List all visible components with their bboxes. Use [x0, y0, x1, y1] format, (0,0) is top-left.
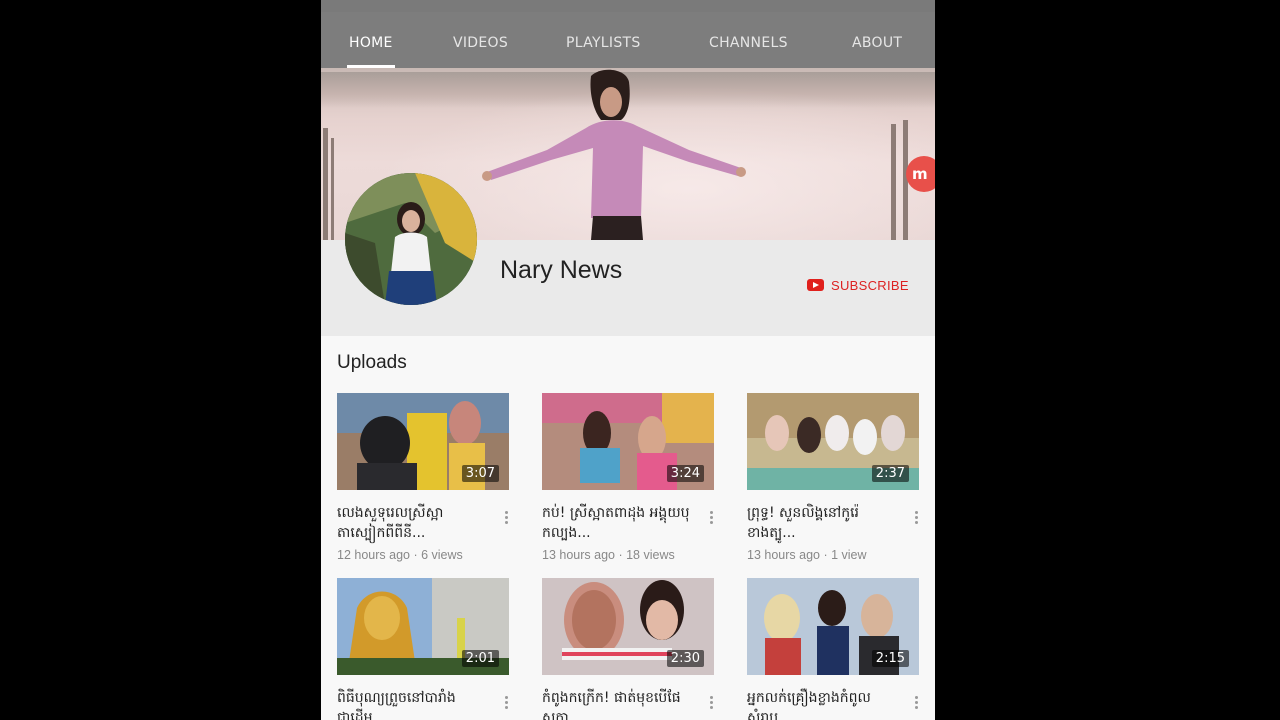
- more-options-icon[interactable]: [505, 696, 509, 712]
- banner-post: [331, 138, 334, 240]
- channel-name: Nary News: [500, 256, 623, 284]
- video-title[interactable]: លេងសួទុរេលស្រីស្អា តាស្បៀកពីពីនី...: [337, 503, 489, 545]
- tab-videos[interactable]: VIDEOS: [453, 12, 508, 68]
- video-title[interactable]: អ្នកលក់គ្រឿងខ្លាងកំពូលសំរាប...: [747, 688, 899, 720]
- video-card[interactable]: 2:01 ពិធីបុណ្យព្រួចនៅបារាំង ជាដើម...: [337, 578, 513, 720]
- video-thumbnail[interactable]: 2:15: [747, 578, 919, 675]
- more-options-icon[interactable]: [915, 511, 919, 527]
- video-title[interactable]: ព្រុទ្ធ! សួនលិង្គនៅកូរ៉េខាងត្បូ...: [747, 503, 899, 545]
- video-thumbnail[interactable]: 2:01: [337, 578, 509, 675]
- tab-playlists[interactable]: PLAYLISTS: [566, 12, 641, 68]
- video-duration: 3:24: [666, 465, 704, 482]
- video-title[interactable]: កំពូងកក្រើក! ផាត់មុខបើផែសក្កា...: [542, 688, 694, 720]
- status-bar: [321, 0, 935, 12]
- youtube-channel-screen: HOME VIDEOS PLAYLISTS CHANNELS ABOUT m N…: [321, 0, 935, 720]
- tab-about[interactable]: ABOUT: [852, 12, 902, 68]
- video-card[interactable]: 3:24 កប់! ស្រីស្អាតពាដុង អង្គុយបុកល្បង..…: [542, 393, 718, 568]
- channel-avatar[interactable]: [345, 173, 477, 305]
- video-meta: 12 hours ago · 6 views: [337, 548, 463, 562]
- banner-dancer-figure: [482, 69, 746, 240]
- banner-post: [891, 124, 896, 240]
- more-options-icon[interactable]: [710, 696, 714, 712]
- video-thumbnail[interactable]: 2:37: [747, 393, 919, 490]
- video-thumbnail[interactable]: 3:07: [337, 393, 509, 490]
- tab-channels[interactable]: CHANNELS: [709, 12, 788, 68]
- video-thumbnail[interactable]: 3:24: [542, 393, 714, 490]
- video-title[interactable]: កប់! ស្រីស្អាតពាដុង អង្គុយបុកល្បង...: [542, 503, 694, 545]
- video-thumbnail[interactable]: 2:30: [542, 578, 714, 675]
- video-duration: 2:15: [871, 650, 909, 667]
- more-options-icon[interactable]: [915, 696, 919, 712]
- banner-post: [323, 128, 328, 240]
- subscribe-button[interactable]: SUBSCRIBE: [807, 275, 909, 295]
- video-duration: 2:01: [461, 650, 499, 667]
- video-card[interactable]: 2:37 ព្រុទ្ធ! សួនលិង្គនៅកូរ៉េខាងត្បូ... …: [747, 393, 923, 568]
- video-meta: 13 hours ago · 18 views: [542, 548, 675, 562]
- video-duration: 2:30: [666, 650, 704, 667]
- more-options-icon[interactable]: [710, 511, 714, 527]
- channel-tab-bar: HOME VIDEOS PLAYLISTS CHANNELS ABOUT: [321, 12, 935, 68]
- tab-home[interactable]: HOME: [347, 12, 395, 68]
- video-meta: 13 hours ago · 1 view: [747, 548, 867, 562]
- uploads-heading: Uploads: [337, 352, 407, 373]
- video-card[interactable]: 2:30 កំពូងកក្រើក! ផាត់មុខបើផែសក្កា...: [542, 578, 718, 720]
- subscribe-label: SUBSCRIBE: [831, 277, 909, 293]
- video-title[interactable]: ពិធីបុណ្យព្រួចនៅបារាំង ជាដើម...: [337, 688, 489, 720]
- video-card[interactable]: 2:15 អ្នកលក់គ្រឿងខ្លាងកំពូលសំរាប...: [747, 578, 923, 720]
- video-duration: 3:07: [461, 465, 499, 482]
- more-options-icon[interactable]: [505, 511, 509, 527]
- avatar-image: [345, 173, 477, 305]
- video-card[interactable]: 3:07 លេងសួទុរេលស្រីស្អា តាស្បៀកពីពីនី...…: [337, 393, 513, 568]
- video-duration: 2:37: [871, 465, 909, 482]
- banner-watermark-logo: m: [906, 156, 935, 192]
- youtube-play-icon: [807, 279, 824, 291]
